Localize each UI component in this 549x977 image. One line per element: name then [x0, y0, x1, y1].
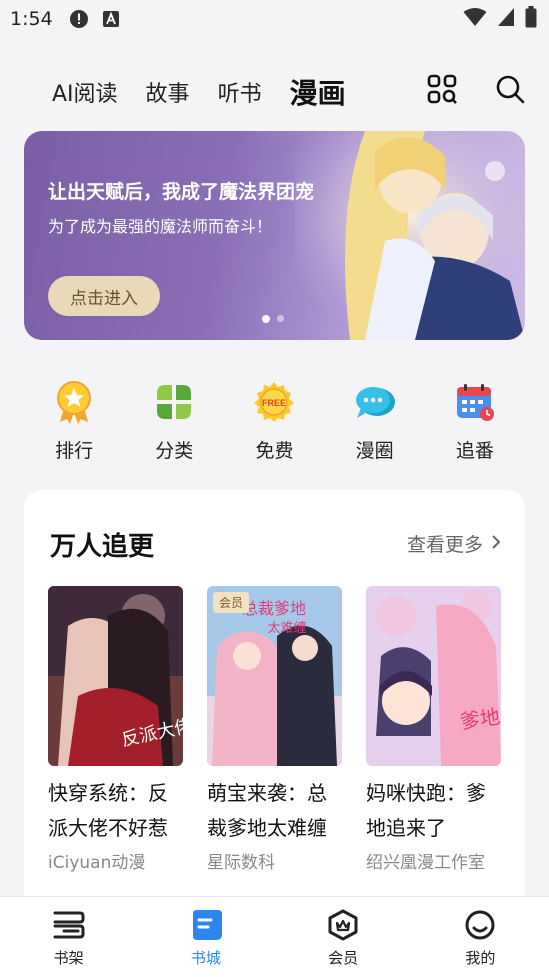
see-more-label: 查看更多 [406, 534, 483, 556]
nav-mine-label: 我的 [465, 949, 496, 967]
nav-bookstore-label: 书城 [190, 949, 221, 967]
book-cover[interactable]: 总裁爹地 太难缠 会员 [207, 586, 342, 766]
battery-icon [525, 6, 537, 32]
category-classify-label: 分类 [155, 440, 194, 462]
banner-title: 让出天赋后，我成了魔法界团宠 [48, 181, 315, 203]
grid-search-icon[interactable] [427, 74, 457, 108]
banner-illustration [295, 131, 525, 340]
bookstore-icon [189, 909, 223, 941]
category-ranking[interactable]: 排行 [34, 380, 114, 470]
carousel-dot [277, 315, 284, 322]
profile-smile-icon [463, 909, 497, 941]
category-classify[interactable]: 分类 [134, 380, 214, 470]
search-icon[interactable] [495, 74, 525, 108]
trending-section: 万人追更 查看更多 反派大佬 快穿系统：反派大佬不好惹 iCiyuan动漫 总裁… [24, 490, 525, 910]
book-author: 星际数科 [207, 853, 275, 873]
chevron-right-icon [491, 533, 501, 555]
nav-mine[interactable]: 我的 [412, 897, 549, 977]
ranking-medal-icon [52, 380, 96, 424]
status-time: 1:54 [10, 8, 53, 30]
wifi-icon [463, 7, 487, 31]
book-card[interactable]: 反派大佬 快穿系统：反派大佬不好惹 iCiyuan动漫 [48, 586, 183, 873]
tab-story[interactable]: 故事 [146, 76, 190, 108]
svg-text:FREE: FREE [262, 398, 286, 408]
book-card[interactable]: 总裁爹地 太难缠 会员 萌宝来袭：总裁爹地太难缠 星际数科 [207, 586, 342, 873]
free-badge-icon: FREE [252, 380, 296, 424]
bottom-nav: 书架 书城 会员 我的 [0, 896, 549, 977]
category-free[interactable]: FREE 免费 [234, 380, 314, 470]
category-circle-label: 漫圈 [355, 440, 394, 462]
book-card[interactable]: 爹地 妈咪快跑：爹地追来了 绍兴凰漫工作室 [366, 586, 501, 873]
status-bar: 1:54 [0, 0, 549, 38]
svg-text:总裁爹地: 总裁爹地 [242, 599, 306, 618]
book-cover[interactable]: 反派大佬 [48, 586, 183, 766]
tab-audiobook[interactable]: 听书 [218, 76, 262, 108]
signal-icon [497, 7, 515, 31]
see-more-link[interactable]: 查看更多 [407, 530, 501, 557]
promo-banner[interactable]: 让出天赋后，我成了魔法界团宠 为了成为最强的魔法师而奋斗！ 点击进入 [24, 131, 525, 340]
carousel-dot-active [262, 315, 270, 323]
book-title: 快穿系统：反派大佬不好惹 [48, 781, 168, 840]
category-ranking-label: 排行 [55, 440, 94, 462]
tab-ai-reading[interactable]: AI阅读 [52, 76, 118, 108]
nav-bookstore[interactable]: 书城 [137, 897, 274, 977]
membership-icon [326, 909, 360, 941]
nav-membership-label: 会员 [328, 949, 359, 967]
category-free-label: 免费 [255, 440, 294, 462]
bookshelf-icon [52, 909, 86, 941]
book-title: 妈咪快跑：爹地追来了 [366, 781, 486, 840]
banner-subtitle: 为了成为最强的魔法师而奋斗！ [48, 217, 273, 236]
book-author: iCiyuan动漫 [48, 853, 146, 873]
font-icon [101, 9, 121, 29]
category-circle[interactable]: 漫圈 [335, 380, 415, 470]
category-grid-icon [152, 380, 196, 424]
nav-bookshelf-label: 书架 [53, 949, 84, 967]
nav-bookshelf[interactable]: 书架 [0, 897, 137, 977]
alert-icon [69, 9, 89, 29]
svg-text:太难缠: 太难缠 [267, 620, 306, 636]
vip-badge: 会员 [213, 592, 250, 613]
chat-bubbles-icon [353, 380, 397, 424]
top-nav: AI阅读 故事 听书 漫画 [0, 62, 549, 122]
nav-membership[interactable]: 会员 [275, 897, 412, 977]
section-title: 万人追更 [50, 532, 155, 562]
carousel-dots [262, 315, 284, 323]
tab-comics[interactable]: 漫画 [290, 72, 346, 112]
category-shortcuts: 排行 分类 FREE 免费 漫圈 追番 [0, 380, 549, 470]
category-follow-anime[interactable]: 追番 [435, 380, 515, 470]
banner-enter-button[interactable]: 点击进入 [48, 276, 160, 316]
category-follow-anime-label: 追番 [455, 440, 494, 462]
calendar-icon [453, 380, 497, 424]
book-title: 萌宝来袭：总裁爹地太难缠 [207, 781, 327, 840]
book-author: 绍兴凰漫工作室 [366, 853, 485, 873]
book-list: 反派大佬 快穿系统：反派大佬不好惹 iCiyuan动漫 总裁爹地 太难缠 会员 [48, 586, 501, 873]
book-cover[interactable]: 爹地 [366, 586, 501, 766]
